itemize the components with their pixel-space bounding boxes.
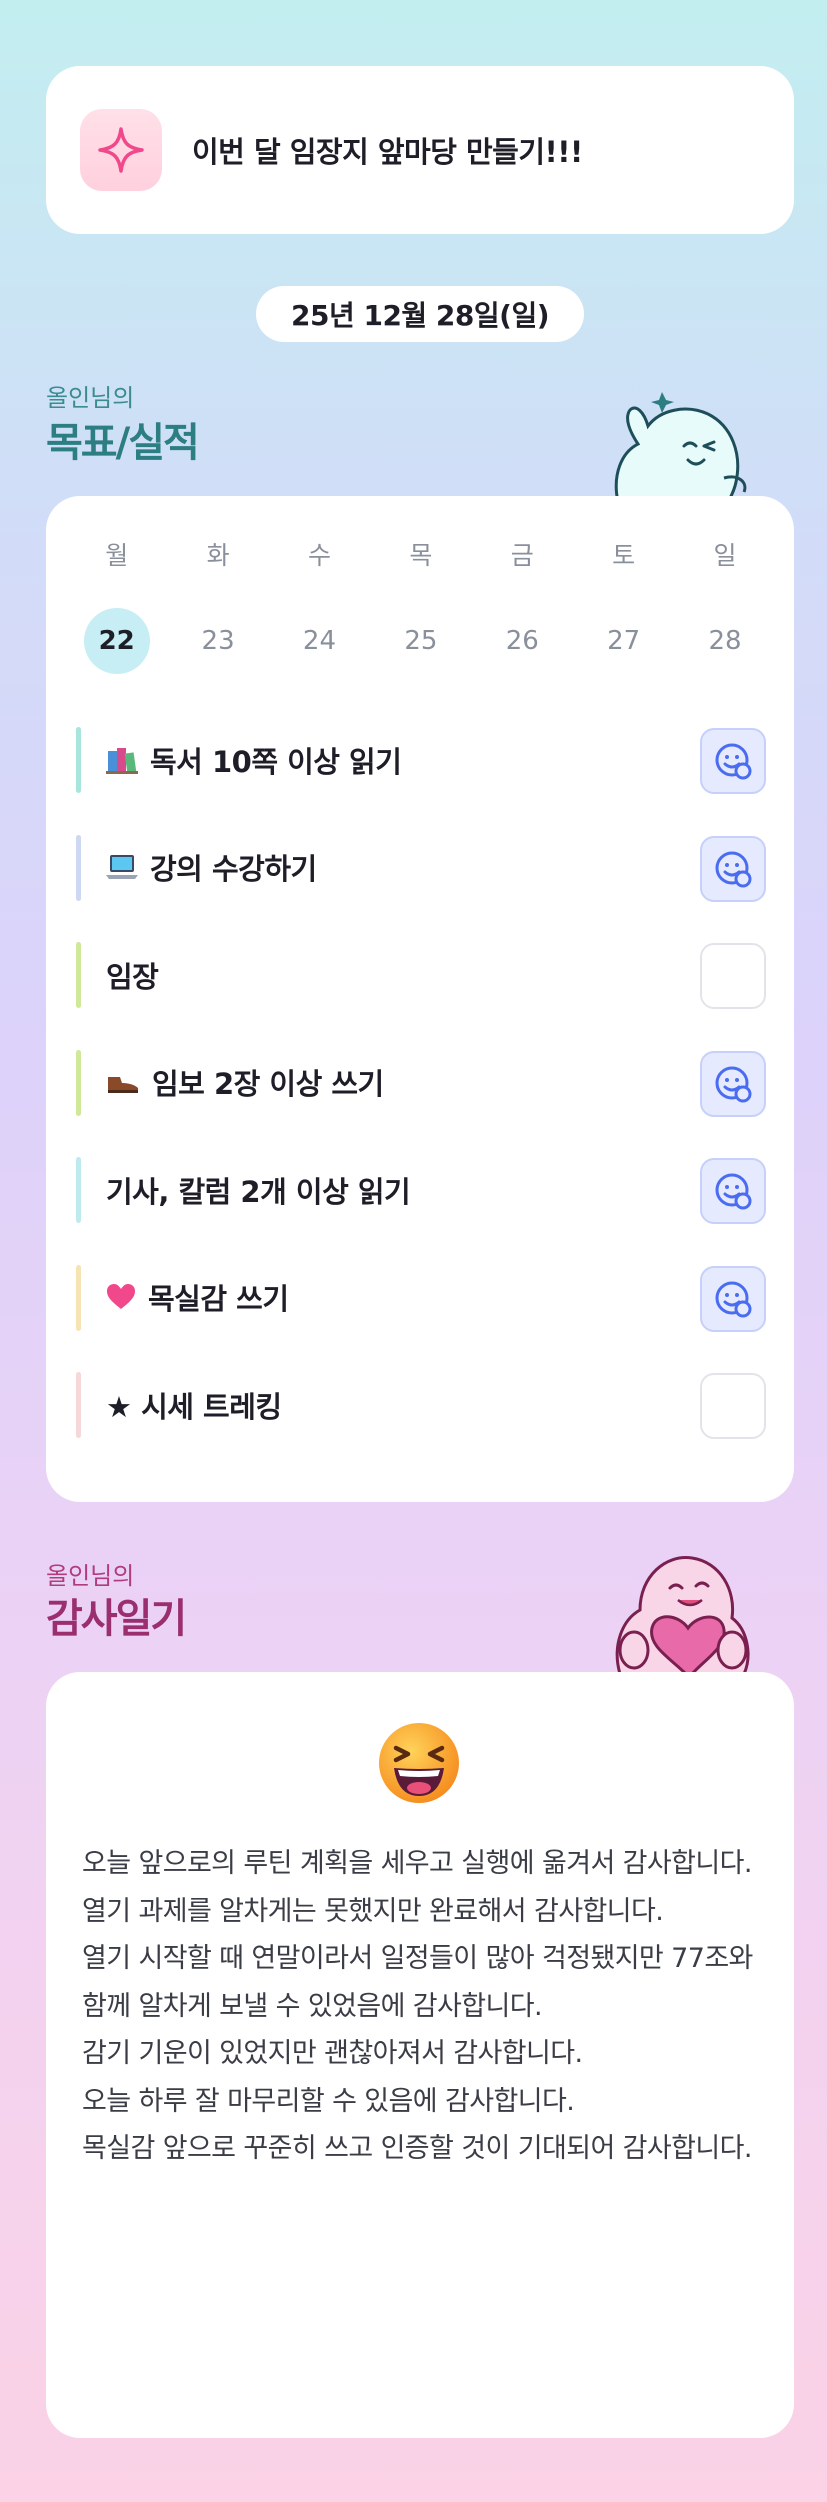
habit-row[interactable]: 임보 2장 이상 쓰기 — [76, 1029, 766, 1137]
habit-label: ★ 시세 트레킹 — [106, 1384, 282, 1426]
smile-check-icon — [713, 1279, 753, 1319]
habit-row[interactable]: 독서 10쪽 이상 읽기 — [76, 706, 766, 814]
habit-label: 독서 10쪽 이상 읽기 — [106, 739, 402, 781]
weekday-label: 월 — [105, 541, 129, 570]
habit-label-text: 목실감 쓰기 — [148, 1282, 289, 1317]
date-number[interactable]: 25 — [388, 608, 454, 674]
goals-section-subtitle: 올인님의 — [46, 384, 135, 412]
day-column[interactable]: 일 28 — [674, 536, 775, 674]
habit-color-bar — [76, 1157, 81, 1223]
day-column[interactable]: 금 26 — [472, 536, 573, 674]
selected-date[interactable]: 22 — [83, 608, 150, 674]
weekday-label: 화 — [206, 541, 230, 570]
habit-label-text: 임보 2장 이상 쓰기 — [152, 1067, 384, 1102]
diary-section-title: 감사일기 — [46, 1596, 187, 1642]
habit-label-text: 독서 10쪽 이상 읽기 — [150, 744, 402, 779]
waving-ghost-mascot — [614, 392, 747, 502]
smile-check-icon — [713, 741, 753, 781]
day-column[interactable]: 수 24 — [269, 536, 370, 674]
date-label[interactable]: 25년 12월 28일(일) — [256, 286, 584, 342]
habit-label: 기사, 칼럼 2개 이상 읽기 — [106, 1169, 411, 1211]
habit-color-bar — [76, 834, 81, 901]
date-number[interactable]: 26 — [489, 608, 555, 674]
smile-check-icon — [713, 1171, 753, 1211]
laughing-face-icon — [379, 1723, 459, 1803]
habit-label-text: ★ 시세 트레킹 — [106, 1389, 282, 1424]
weekday-label: 일 — [713, 541, 737, 570]
habit-done-checkbox[interactable] — [700, 835, 766, 902]
habit-done-checkbox[interactable] — [700, 728, 766, 794]
habit-row[interactable]: 강의 수강하기 — [76, 814, 766, 922]
habit-row[interactable]: 기사, 칼럼 2개 이상 읽기 — [76, 1136, 766, 1244]
habit-done-checkbox[interactable] — [700, 1158, 766, 1224]
weekday-label: 토 — [612, 541, 636, 570]
habit-label-text: 임장 — [106, 959, 159, 994]
day-column[interactable]: 목 25 — [370, 536, 471, 674]
week-selector: 월 22 화 23 수 24 목 25 금 26 토 27 일 28 — [66, 536, 776, 674]
habit-row[interactable]: 임장 — [76, 921, 766, 1029]
day-column[interactable]: 화 23 — [167, 536, 268, 674]
habit-label: 강의 수강하기 — [106, 846, 317, 888]
habit-checkbox[interactable] — [700, 943, 766, 1009]
weekday-label: 금 — [510, 541, 534, 570]
habit-label-text: 강의 수강하기 — [150, 852, 317, 887]
habit-label: 목실감 쓰기 — [106, 1276, 289, 1318]
shoe-icon — [106, 1069, 140, 1095]
date-number[interactable]: 23 — [185, 608, 251, 674]
habit-color-bar — [76, 727, 81, 793]
gratitude-diary-card[interactable]: 오늘 앞으로의 루틴 계획을 세우고 실행에 옮겨서 감사합니다. 열기 과제를… — [46, 1672, 794, 2438]
heart-ghost-mascot — [615, 1556, 750, 1674]
habit-done-checkbox[interactable] — [700, 1265, 766, 1332]
habit-checkbox[interactable] — [700, 1373, 766, 1439]
habit-color-bar — [76, 1049, 81, 1116]
habit-done-checkbox[interactable] — [700, 1050, 766, 1117]
date-number[interactable]: 24 — [286, 608, 352, 674]
date-number[interactable]: 27 — [591, 608, 657, 674]
smile-check-icon — [713, 849, 753, 889]
sparkle-icon — [80, 109, 162, 191]
habit-label: 임보 2장 이상 쓰기 — [106, 1061, 384, 1103]
habit-label: 임장 — [106, 954, 159, 996]
habit-color-bar — [76, 1372, 81, 1438]
diary-entry-text: 오늘 앞으로의 루틴 계획을 세우고 실행에 옮겨서 감사합니다. 열기 과제를… — [82, 1848, 753, 2164]
laptop-icon — [106, 853, 138, 881]
date-number[interactable]: 28 — [692, 608, 758, 674]
smile-check-icon — [713, 1064, 753, 1104]
habit-tracker-card: 월 22 화 23 수 24 목 25 금 26 토 27 일 28 독서 10쪽 이상 읽기강의 수강하… — [46, 496, 794, 1502]
weekday-label: 수 — [307, 541, 331, 570]
habit-row[interactable]: 목실감 쓰기 — [76, 1244, 766, 1352]
habit-color-bar — [76, 1264, 81, 1331]
monthly-goal-banner[interactable]: 이번 달 임장지 앞마당 만들기!!! — [46, 66, 794, 234]
habit-label-text: 기사, 칼럼 2개 이상 읽기 — [106, 1174, 411, 1209]
books-icon — [106, 745, 138, 775]
goals-section-title: 목표/실적 — [46, 420, 200, 466]
habit-row[interactable]: ★ 시세 트레킹 — [76, 1351, 766, 1459]
day-column[interactable]: 월 22 — [66, 536, 167, 674]
habit-list: 독서 10쪽 이상 읽기강의 수강하기임장임보 2장 이상 쓰기기사, 칼럼 2… — [76, 706, 766, 1459]
monthly-goal-text: 이번 달 임장지 앞마당 만들기!!! — [192, 135, 583, 169]
heart-icon — [106, 1283, 136, 1311]
day-column[interactable]: 토 27 — [573, 536, 674, 674]
habit-color-bar — [76, 942, 81, 1008]
weekday-label: 목 — [409, 541, 433, 570]
